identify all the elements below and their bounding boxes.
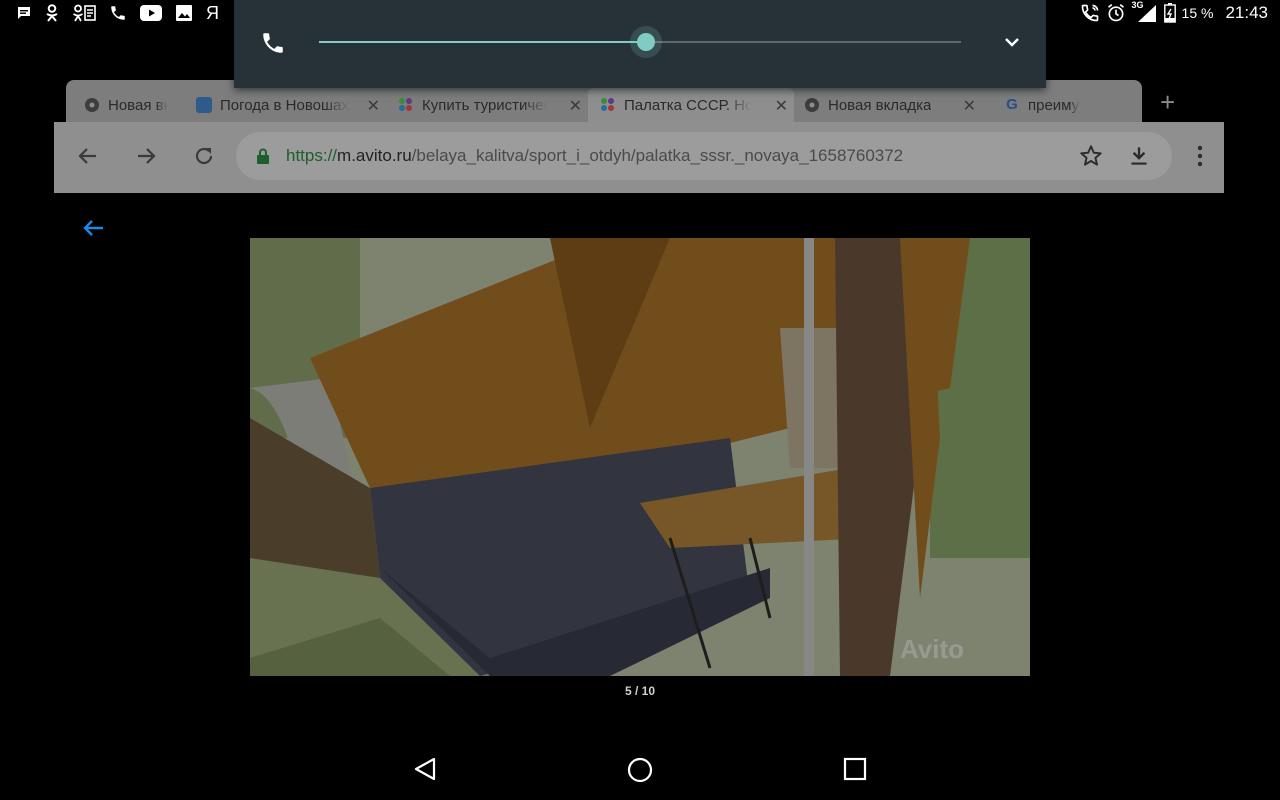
nav-recents-icon[interactable] — [842, 756, 868, 782]
close-tab-icon[interactable]: ✕ — [775, 96, 788, 116]
message-icon — [18, 7, 30, 19]
reload-icon[interactable] — [192, 144, 216, 168]
wifi-calling-icon — [1081, 4, 1098, 22]
avito-icon — [399, 98, 412, 111]
volume-slider[interactable] — [319, 33, 961, 51]
download-icon[interactable] — [1126, 143, 1152, 169]
photo-dim-overlay — [250, 238, 1030, 676]
close-tab-icon[interactable]: ✕ — [963, 96, 976, 116]
volume-slider-thumb[interactable] — [637, 33, 656, 51]
odnoklassniki-multi-icon — [73, 4, 96, 22]
tab-weather[interactable]: Погода в Новошахтинске ✕ — [196, 88, 386, 122]
url-path: /belaya_kalitva/sport_i_otdyh/palatka_ss… — [411, 146, 904, 165]
gallery-icon — [176, 5, 192, 21]
phone-icon — [111, 6, 125, 20]
url-text: https://m.avito.ru/belaya_kalitva/sport_… — [286, 146, 903, 166]
notification-icons: Я — [16, 2, 219, 24]
gallery-back-arrow-icon[interactable] — [80, 216, 106, 240]
forward-arrow-icon[interactable] — [134, 144, 158, 168]
tab-new-tab-1[interactable]: Новая вкладка — [84, 88, 214, 122]
tab-new-tab-2[interactable]: Новая вкладка ✕ — [804, 88, 982, 122]
alarm-icon — [1107, 4, 1124, 22]
google-icon: G — [1006, 96, 1018, 113]
tab-title: Новая вкладка — [108, 96, 168, 114]
chrome-icon — [805, 98, 819, 112]
battery-percentage: 15 % — [1181, 5, 1214, 21]
tab-title: Новая вкладка — [828, 96, 932, 114]
tent-photo[interactable]: Avito — [250, 238, 1030, 676]
nav-home-icon[interactable] — [626, 756, 654, 784]
signal-3g-icon: 3G — [1132, 0, 1158, 23]
tab-title: Палатка СССР. Новая — [624, 96, 752, 114]
close-tab-icon[interactable]: ✕ — [367, 96, 380, 116]
lock-icon — [257, 148, 269, 164]
system-nav-bar — [0, 740, 1280, 800]
clock: 21:43 — [1225, 3, 1268, 22]
odnoklassniki-icon — [46, 4, 58, 22]
youtube-icon — [140, 5, 162, 21]
close-tab-icon[interactable]: ✕ — [569, 96, 582, 116]
phone-icon[interactable] — [260, 30, 286, 56]
system-icons: 3G 15 % 21:43 — [1080, 0, 1268, 24]
photo-counter: 5 / 10 — [624, 684, 656, 698]
yandex-icon: Я — [206, 3, 219, 23]
tab-google-search[interactable]: G преимущества — [1004, 88, 1134, 122]
tab-title: Погода в Новошахтинске — [220, 96, 350, 114]
weather-icon — [196, 97, 212, 113]
more-vert-icon[interactable] — [1196, 144, 1204, 168]
nav-back-icon[interactable] — [412, 756, 438, 782]
back-arrow-icon[interactable] — [76, 144, 100, 168]
chevron-down-icon[interactable] — [1002, 32, 1022, 52]
volume-slider-fill — [319, 41, 647, 43]
tab-buy-tent[interactable]: Купить туристическую палатку ✕ — [398, 88, 588, 122]
chrome-icon — [85, 98, 99, 112]
star-icon[interactable] — [1078, 143, 1104, 169]
url-scheme: https:// — [286, 146, 338, 165]
url-bar[interactable]: https://m.avito.ru/belaya_kalitva/sport_… — [236, 132, 1172, 180]
battery-icon — [1163, 3, 1176, 23]
tab-title: преимущества — [1028, 96, 1080, 114]
browser-toolbar: https://m.avito.ru/belaya_kalitva/sport_… — [54, 122, 1224, 193]
tab-tent-ussr[interactable]: Палатка СССР. Новая ✕ — [588, 88, 794, 122]
volume-panel — [234, 0, 1046, 88]
avito-icon — [601, 98, 614, 111]
tab-title: Купить туристическую палатку — [422, 96, 548, 114]
new-tab-button[interactable]: + — [1160, 88, 1175, 116]
url-host: m.avito.ru — [337, 146, 412, 165]
browser-window: Новая вкладка Погода в Новошахтинске ✕ К… — [54, 78, 1224, 193]
